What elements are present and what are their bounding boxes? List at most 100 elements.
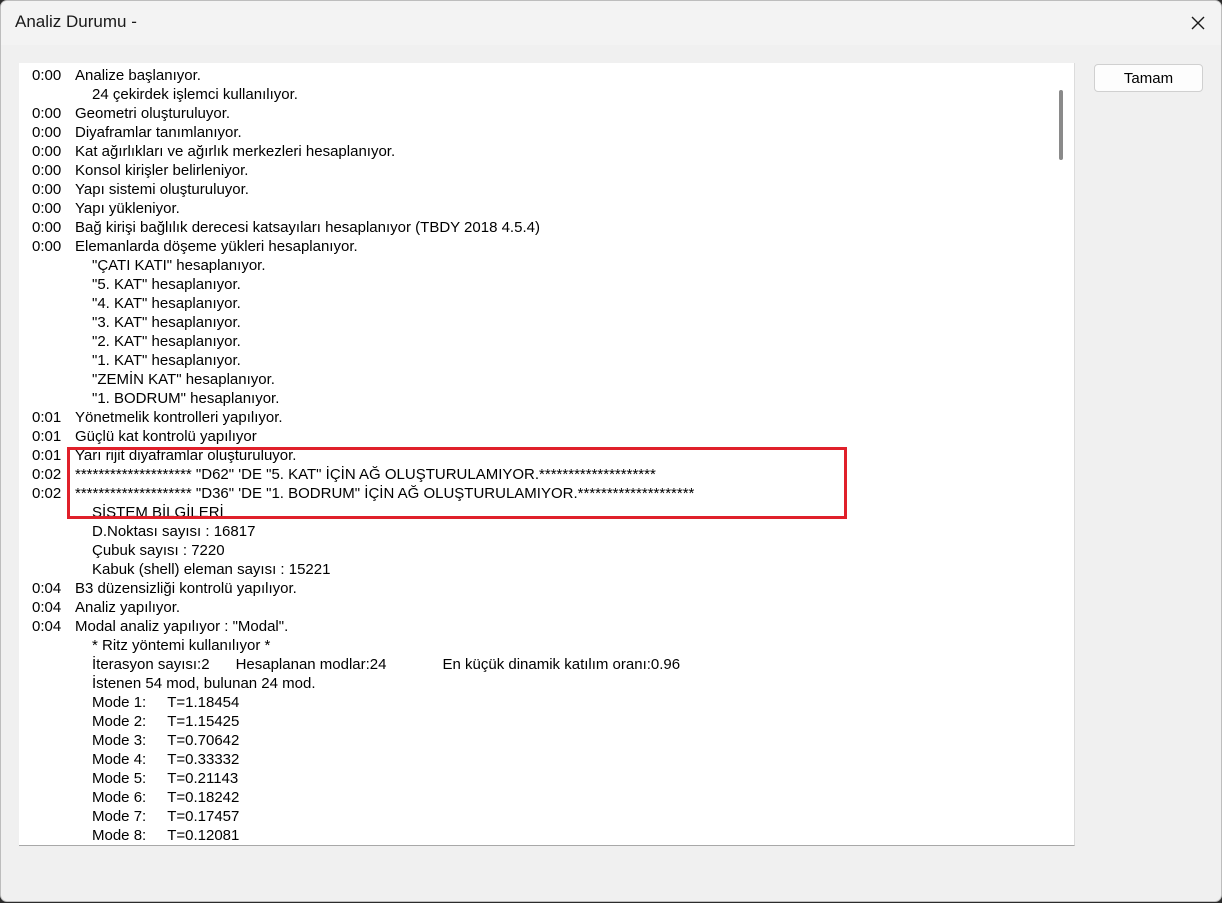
log-value: Hesaplanan modlar:24 — [235, 656, 387, 673]
log-time — [32, 731, 75, 750]
log-message: Mode 8: — [92, 827, 147, 844]
log-line: 0:00 Elemanlarda döşeme yükleri hesaplanı… — [32, 237, 1042, 256]
log-line: "1. BODRUM" hesaplanıyor. — [32, 389, 1042, 408]
log-time — [32, 541, 75, 560]
log-message: Mode 4: — [92, 751, 147, 768]
log-message: İterasyon sayısı:2 — [92, 656, 210, 673]
log-message: ******************** "D62" 'DE "5. KAT" … — [75, 466, 656, 483]
log-message: Modal analiz yapılıyor : "Modal". — [75, 618, 289, 635]
log-message: "3. KAT" hesaplanıyor. — [92, 314, 241, 331]
log-message: Analize başlanıyor. — [75, 67, 201, 84]
log-time: 0:04 — [32, 618, 62, 635]
log-time: 0:02 — [32, 485, 62, 502]
log-time — [32, 636, 75, 655]
log-line: "2. KAT" hesaplanıyor. — [32, 332, 1042, 351]
log-message: Diyaframlar tanımlanıyor. — [75, 124, 242, 141]
log-time: 0:01 — [32, 447, 62, 464]
log-time — [32, 85, 75, 104]
scrollbar-thumb[interactable] — [1059, 90, 1063, 160]
log-value: T=0.12081 — [167, 827, 240, 844]
log-message: Geometri oluşturuluyor. — [75, 105, 231, 122]
log-line: 0:02 ******************** "D36" 'DE "1. B… — [32, 484, 1042, 503]
log-value: T=1.18454 — [167, 694, 240, 711]
log-time: 0:00 — [32, 124, 62, 141]
log-line: İstenen 54 mod, bulunan 24 mod. — [32, 674, 1042, 693]
log-message: Bağ kirişi bağlılık derecesi katsayıları… — [75, 219, 540, 236]
log-time — [32, 674, 75, 693]
log-time — [32, 332, 75, 351]
vertical-scrollbar[interactable] — [1048, 63, 1074, 845]
log-message: "ZEMİN KAT" hesaplanıyor. — [92, 371, 275, 388]
log-line: Mode 1: T=1.18454 — [32, 693, 1042, 712]
log-line: 0:02 ******************** "D62" 'DE "5. K… — [32, 465, 1042, 484]
log-line: "1. KAT" hesaplanıyor. — [32, 351, 1042, 370]
log-time — [32, 522, 75, 541]
log-time — [32, 750, 75, 769]
log-line: 0:01 Yönetmelik kontrolleri yapılıyor. — [32, 408, 1042, 427]
log-message: ******************** "D36" 'DE "1. BODRU… — [75, 485, 695, 502]
log-time: 0:00 — [32, 181, 62, 198]
log-time — [32, 256, 75, 275]
log-message: "ÇATI KATI" hesaplanıyor. — [92, 257, 266, 274]
log-line: Mode 4: T=0.33332 — [32, 750, 1042, 769]
log-time — [32, 503, 75, 522]
log-message: Mode 1: — [92, 694, 147, 711]
close-button[interactable] — [1175, 1, 1221, 45]
log-line: 0:00 Yapı yükleniyor. — [32, 199, 1042, 218]
log-time: 0:01 — [32, 409, 62, 426]
log-line: "ÇATI KATI" hesaplanıyor. — [32, 256, 1042, 275]
log-message: * Ritz yöntemi kullanılıyor * — [92, 637, 271, 654]
log-time — [32, 693, 75, 712]
log-line: * Ritz yöntemi kullanılıyor * — [32, 636, 1042, 655]
log-value: T=1.15425 — [167, 713, 240, 730]
log-line: "4. KAT" hesaplanıyor. — [32, 294, 1042, 313]
log-message: "1. KAT" hesaplanıyor. — [92, 352, 241, 369]
log-time: 0:00 — [32, 143, 62, 160]
log-time — [32, 389, 75, 408]
log-line: D.Noktası sayısı : 16817 — [32, 522, 1042, 541]
log-value: T=0.70642 — [167, 732, 240, 749]
log-time: 0:02 — [32, 466, 62, 483]
log-message: B3 düzensizliği kontrolü yapılıyor. — [75, 580, 297, 597]
log-line: Mode 6: T=0.18242 — [32, 788, 1042, 807]
log-message: Konsol kirişler belirleniyor. — [75, 162, 249, 179]
log-message: Yönetmelik kontrolleri yapılıyor. — [75, 409, 283, 426]
log-line: 0:00 Kat ağırlıkları ve ağırlık merkezler… — [32, 142, 1042, 161]
log-line: Mode 3: T=0.70642 — [32, 731, 1042, 750]
log-panel: 0:00 Analize başlanıyor. 24 çekirdek işlem… — [19, 63, 1075, 846]
log-line: "ZEMİN KAT" hesaplanıyor. — [32, 370, 1042, 389]
log-line: Mode 2: T=1.15425 — [32, 712, 1042, 731]
log-time — [32, 655, 75, 674]
log-time — [32, 294, 75, 313]
log-value: T=0.33332 — [167, 751, 240, 768]
ok-button[interactable]: Tamam — [1094, 64, 1203, 92]
log-time: 0:00 — [32, 67, 62, 84]
log-message: Analiz yapılıyor. — [75, 599, 181, 616]
log-message: Mode 3: — [92, 732, 147, 749]
log-text: 0:00 Analize başlanıyor. 24 çekirdek işlem… — [32, 66, 1042, 845]
log-line: Mode 7: T=0.17457 — [32, 807, 1042, 826]
log-message: Mode 5: — [92, 770, 147, 787]
log-value: T=0.18242 — [167, 789, 240, 806]
log-time: 0:01 — [32, 428, 62, 445]
analysis-status-dialog: Analiz Durumu - 0:00 Analize başlanıyor. 2… — [0, 0, 1222, 902]
log-time: 0:00 — [32, 219, 62, 236]
log-message: İstenen 54 mod, bulunan 24 mod. — [92, 675, 316, 692]
log-message: Mode 6: — [92, 789, 147, 806]
log-message: Mode 2: — [92, 713, 147, 730]
log-message: "2. KAT" hesaplanıyor. — [92, 333, 241, 350]
log-time — [32, 712, 75, 731]
log-line: 0:04 Modal analiz yapılıyor : "Modal". — [32, 617, 1042, 636]
log-time: 0:04 — [32, 580, 62, 597]
title-bar: Analiz Durumu - — [1, 1, 1221, 45]
close-icon — [1191, 16, 1205, 30]
window-title: Analiz Durumu - — [15, 12, 137, 31]
log-time: 0:00 — [32, 200, 62, 217]
log-line: "3. KAT" hesaplanıyor. — [32, 313, 1042, 332]
log-time — [32, 788, 75, 807]
log-line: 0:04 Analiz yapılıyor. — [32, 598, 1042, 617]
log-message: Yapı sistemi oluşturuluyor. — [75, 181, 249, 198]
log-line: İterasyon sayısı:2 Hesaplanan modlar:24 En… — [32, 655, 1042, 674]
log-message: "5. KAT" hesaplanıyor. — [92, 276, 241, 293]
log-line: 0:00 Diyaframlar tanımlanıyor. — [32, 123, 1042, 142]
